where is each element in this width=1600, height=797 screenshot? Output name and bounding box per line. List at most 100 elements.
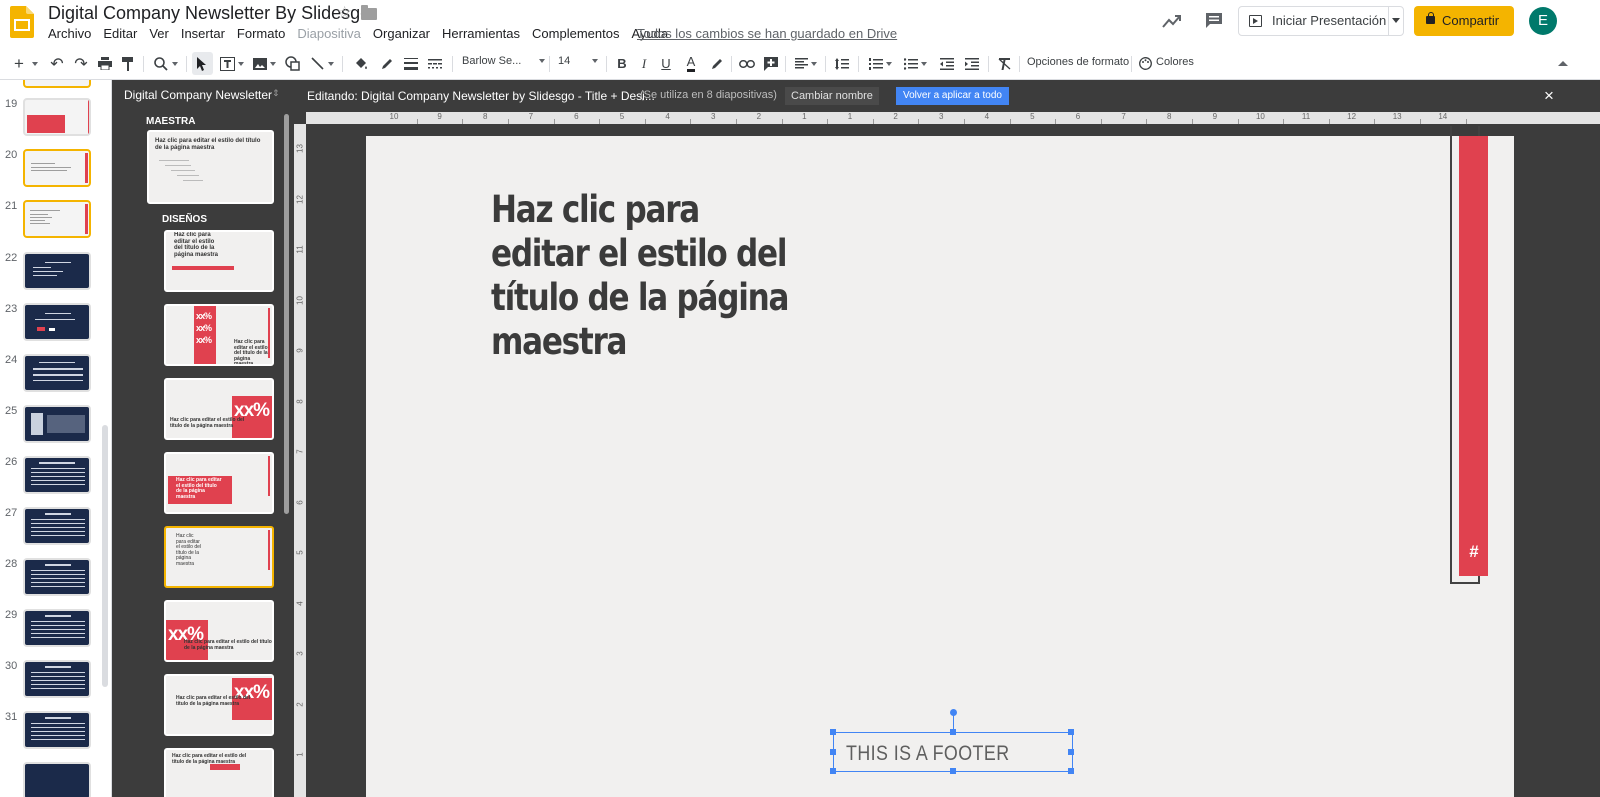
line-icon[interactable] xyxy=(306,47,338,80)
add-comment-icon[interactable] xyxy=(760,47,782,80)
align-icon[interactable] xyxy=(791,47,821,80)
resize-handle[interactable] xyxy=(950,768,956,774)
slide-thumbnail[interactable] xyxy=(23,98,91,136)
master-thumbnail[interactable]: Haz clic para editar el estilo del títul… xyxy=(147,130,274,204)
image-icon[interactable] xyxy=(249,47,279,80)
fill-color-icon[interactable] xyxy=(350,47,372,80)
text-color-button[interactable]: A xyxy=(680,47,702,80)
slide-thumbnail[interactable] xyxy=(23,609,91,647)
numbered-list-icon[interactable] xyxy=(864,47,896,80)
slide-thumbnail[interactable] xyxy=(23,711,91,749)
decorative-red-bar[interactable] xyxy=(1459,136,1488,576)
format-options-button[interactable]: Opciones de formato xyxy=(1027,56,1129,68)
resize-handle[interactable] xyxy=(830,768,836,774)
slide-number-placeholder[interactable]: # xyxy=(1464,542,1484,562)
resize-handle[interactable] xyxy=(950,729,956,735)
border-color-icon[interactable] xyxy=(376,47,398,80)
slide-thumbnail[interactable] xyxy=(23,252,91,290)
slide-thumbnail[interactable] xyxy=(23,354,91,392)
vertical-ruler[interactable]: 13 12 11 10 9 8 7 6 5 4 3 2 1 xyxy=(294,124,306,797)
layout-thumbnail[interactable]: Haz clic para editar el estilo del títul… xyxy=(164,230,274,292)
shape-icon[interactable] xyxy=(281,47,303,80)
resize-handle[interactable] xyxy=(1068,749,1074,755)
slide-thumbnail[interactable] xyxy=(23,303,91,341)
menu-formato[interactable]: Formato xyxy=(237,26,285,41)
footer-text[interactable]: THIS IS A FOOTER xyxy=(846,742,1010,766)
menu-organizar[interactable]: Organizar xyxy=(373,26,430,41)
slide-thumbnail[interactable] xyxy=(23,507,91,545)
increase-indent-icon[interactable] xyxy=(961,47,983,80)
underline-button[interactable]: U xyxy=(656,47,676,80)
redo-icon[interactable]: ↷ xyxy=(70,47,92,80)
folder-icon[interactable] xyxy=(361,5,377,20)
slide-canvas[interactable]: Haz clic para editar el estilo del títul… xyxy=(366,126,1514,797)
slide-thumbnail[interactable] xyxy=(23,200,91,238)
rotation-handle[interactable] xyxy=(950,709,957,716)
account-avatar[interactable]: E xyxy=(1529,7,1557,35)
menu-complementos[interactable]: Complementos xyxy=(532,26,619,41)
font-size-select[interactable]: 14 xyxy=(558,55,599,67)
resize-handle[interactable] xyxy=(830,729,836,735)
slide-thumbnail[interactable] xyxy=(23,149,91,187)
italic-button[interactable]: I xyxy=(634,47,654,80)
layout-thumbnail[interactable]: xx% xx% xx% Haz clic para editar el esti… xyxy=(164,304,274,366)
select-cursor-icon[interactable] xyxy=(192,52,213,75)
slide-thumbnail[interactable] xyxy=(23,456,91,494)
share-button[interactable]: Compartir xyxy=(1414,6,1514,36)
collapse-toolbar-icon[interactable] xyxy=(1552,47,1574,80)
print-icon[interactable] xyxy=(94,47,116,80)
filmstrip-scrollbar[interactable] xyxy=(102,425,108,687)
menu-insertar[interactable]: Insertar xyxy=(181,26,225,41)
undo-icon[interactable]: ↶ xyxy=(46,47,68,80)
layout-thumbnail[interactable]: xx% Haz clic para editar el estilo del t… xyxy=(164,674,274,736)
new-slide-caret-icon[interactable] xyxy=(29,47,41,80)
decrease-indent-icon[interactable] xyxy=(936,47,958,80)
document-title[interactable]: Digital Company Newsletter By Slidesgo xyxy=(48,3,370,24)
rename-button[interactable]: Cambiar nombre xyxy=(785,87,879,105)
slide-thumbnail[interactable] xyxy=(23,405,91,443)
layout-panel-scrollbar[interactable] xyxy=(284,114,289,514)
slide-thumbnail[interactable] xyxy=(23,762,91,797)
zoom-icon[interactable] xyxy=(150,47,182,80)
present-button[interactable]: Iniciar Presentación xyxy=(1238,6,1404,36)
close-icon[interactable]: × xyxy=(1544,86,1554,106)
colors-button[interactable]: Colores xyxy=(1156,56,1194,68)
layout-thumbnail[interactable]: Haz clic para editar el estilo del títul… xyxy=(164,748,274,797)
text-box-icon[interactable] xyxy=(216,47,248,80)
border-dash-icon[interactable] xyxy=(424,47,446,80)
slide-thumbnail[interactable] xyxy=(23,558,91,596)
menu-diapositiva[interactable]: Diapositiva xyxy=(297,26,361,41)
save-status-link[interactable]: Todos los cambios se han guardado en Dri… xyxy=(637,26,897,41)
new-slide-plus-icon[interactable]: + xyxy=(8,47,30,80)
theme-select-icon[interactable]: ⇕ xyxy=(272,88,280,99)
clear-formatting-icon[interactable] xyxy=(993,47,1015,80)
horizontal-ruler[interactable]: 10 9 8 7 6 5 4 3 2 1 1 2 3 4 5 6 7 8 9 10 11 12 13 14 xyxy=(306,112,1600,124)
bold-button[interactable]: B xyxy=(612,47,632,80)
menu-herramientas[interactable]: Herramientas xyxy=(442,26,520,41)
layout-thumbnail[interactable]: Haz clic para editar el estilo del títul… xyxy=(164,526,274,588)
layout-thumbnail[interactable]: xx% Haz clic para editar el estilo del t… xyxy=(164,378,274,440)
chevron-down-icon[interactable] xyxy=(1392,18,1400,23)
slide-thumbnail[interactable] xyxy=(23,660,91,698)
border-weight-icon[interactable] xyxy=(400,47,422,80)
highlight-icon[interactable] xyxy=(706,47,728,80)
link-icon[interactable] xyxy=(736,47,758,80)
resize-handle[interactable] xyxy=(1068,729,1074,735)
comment-icon[interactable] xyxy=(1205,12,1223,29)
footer-textbox-selected[interactable]: THIS IS A FOOTER xyxy=(830,709,1074,774)
slide-thumbnail[interactable] xyxy=(23,80,91,88)
paint-format-icon[interactable] xyxy=(117,47,139,80)
resize-handle[interactable] xyxy=(830,749,836,755)
star-icon[interactable]: ☆ xyxy=(337,3,352,23)
layout-thumbnail[interactable]: Haz clic para editar el estilo del títul… xyxy=(164,452,274,514)
menu-archivo[interactable]: Archivo xyxy=(48,26,91,41)
menu-editar[interactable]: Editar xyxy=(103,26,137,41)
activity-trend-icon[interactable] xyxy=(1162,12,1182,30)
slides-logo-icon[interactable] xyxy=(10,6,34,38)
layout-thumbnail[interactable]: xx% Haz clic para editar el estilo del t… xyxy=(164,600,274,662)
slide-title-placeholder[interactable]: Haz clic para editar el estilo del títul… xyxy=(491,188,793,364)
line-spacing-icon[interactable] xyxy=(831,47,853,80)
reapply-all-button[interactable]: Volver a aplicar a todo xyxy=(896,87,1009,105)
bulleted-list-icon[interactable] xyxy=(899,47,931,80)
font-family-select[interactable]: Barlow Se... xyxy=(462,55,546,67)
